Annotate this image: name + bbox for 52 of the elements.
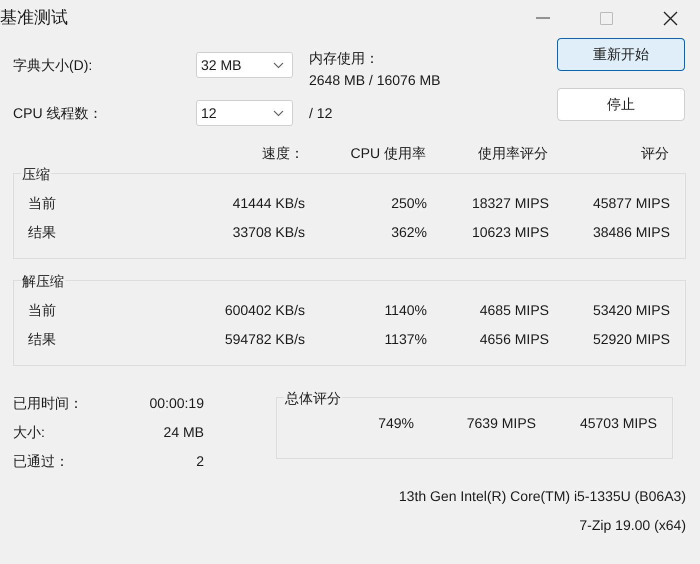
stat-label: 大小: [13, 423, 46, 441]
table-cell-text: 45703 MIPS [578, 414, 657, 432]
table-cell-text: 749% [377, 414, 414, 432]
column-header: 速度： [261, 144, 304, 163]
table-cell-text: 18327 MIPS [470, 194, 549, 212]
table-cell-text: 600402 KB/s [224, 301, 305, 319]
group-title: 总体评分 [284, 389, 342, 407]
table-cell-text: 4685 MIPS [478, 301, 549, 319]
table-cell-text: 33708 KB/s [232, 223, 305, 241]
row-label: 当前 [27, 301, 57, 319]
field-label: CPU 线程数： [13, 104, 104, 122]
window-title: 基准测试 [0, 7, 68, 30]
dictionary-size-dropdown[interactable]: 32 MB [196, 52, 293, 78]
table-cell-text: 594782 KB/s [224, 330, 305, 348]
table-cell-text: 10623 MIPS [470, 223, 549, 241]
column-header: 评分 [640, 144, 669, 163]
table-cell-text: 41444 KB/s [232, 194, 305, 212]
column-header: CPU 使用率 [350, 144, 426, 163]
stat-value: 2 [195, 452, 204, 470]
stat-value: 24 MB [162, 423, 204, 441]
chevron-down-icon [273, 110, 284, 116]
table-cell-text: 53420 MIPS [592, 301, 670, 319]
minimize-icon[interactable] [536, 17, 550, 19]
memory-value: 2648 MB / 16076 MB [309, 71, 442, 90]
action-button[interactable]: 重新开始 [557, 38, 685, 71]
table-cell-text: 1140% [383, 301, 427, 319]
table-cell-text: 250% [390, 194, 427, 212]
group-title: 压缩 [21, 165, 51, 183]
table-cell-text: 7639 MIPS [466, 414, 536, 432]
thread-count-dropdown[interactable]: 12 [196, 100, 293, 126]
row-label: 结果 [27, 223, 57, 241]
table-cell-text: 1137% [383, 330, 427, 348]
cpu-name: 13th Gen Intel(R) Core(TM) i5-1335U (B06A3) [398, 487, 686, 505]
table-cell-text: 4656 MIPS [478, 330, 549, 348]
action-button[interactable]: 停止 [557, 88, 685, 121]
close-icon[interactable] [663, 10, 678, 26]
stat-value: 00:00:19 [148, 394, 204, 412]
column-header: 使用率评分 [477, 144, 548, 163]
table-cell-text: 52920 MIPS [592, 330, 670, 348]
group-title: 解压缩 [21, 272, 65, 290]
memory-label: 内存使用： [309, 49, 380, 68]
version-text: 7-Zip 19.00 (x64) [579, 516, 686, 534]
table-cell-text: 45877 MIPS [592, 194, 670, 212]
chevron-down-icon [273, 62, 284, 68]
table-cell-text: 362% [390, 223, 427, 241]
row-label: 结果 [27, 330, 57, 348]
thread-max: / 12 [309, 104, 334, 123]
stat-label: 已通过： [13, 452, 70, 470]
table-cell-text: 38486 MIPS [592, 223, 670, 241]
row-label: 当前 [27, 194, 57, 212]
stat-label: 已用时间： [13, 394, 84, 412]
field-label: 字典大小(D): [13, 56, 94, 75]
